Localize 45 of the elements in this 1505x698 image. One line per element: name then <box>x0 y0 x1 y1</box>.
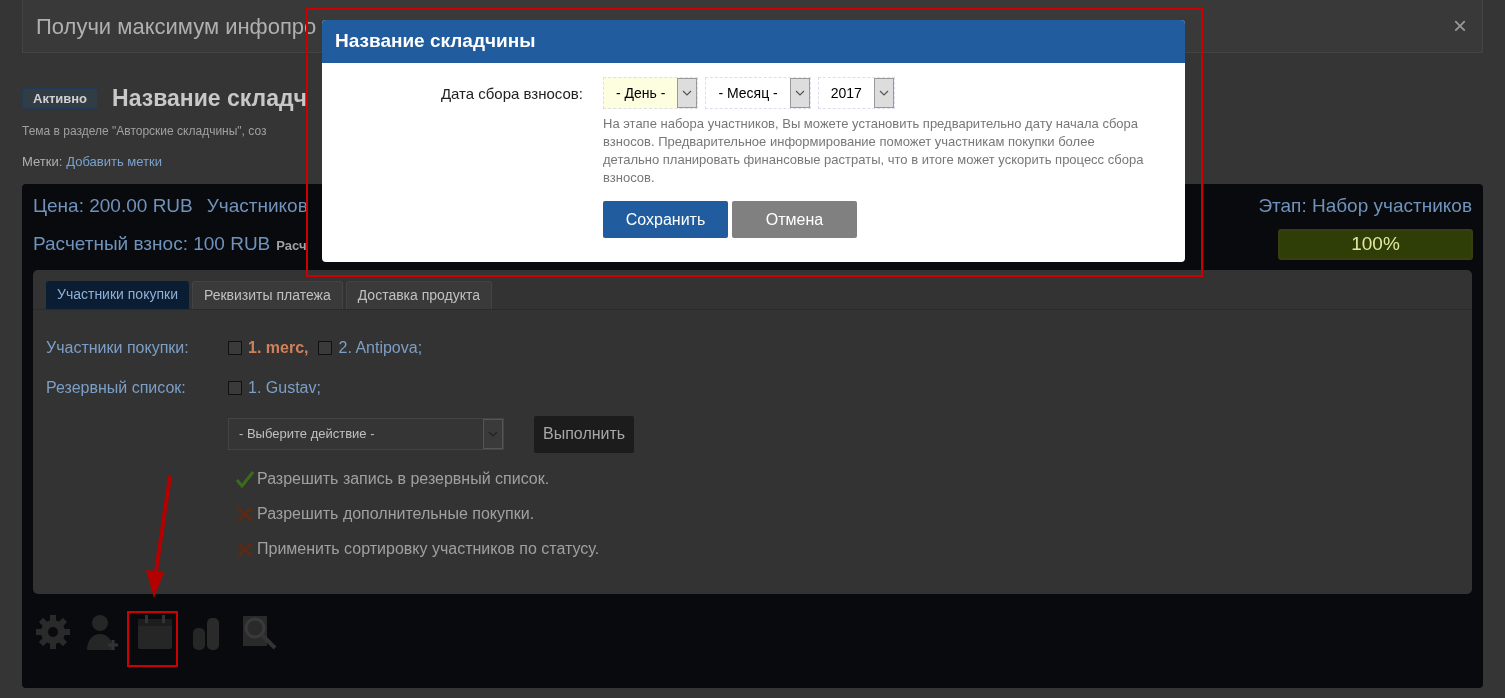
close-button[interactable]: × <box>1453 8 1467 44</box>
status-badge: Активно <box>22 87 99 109</box>
check-icon <box>235 469 255 488</box>
list-label: Резервный список: <box>46 377 187 398</box>
gear-icon[interactable] <box>35 613 71 650</box>
fee-extra-text: Расч <box>276 236 307 255</box>
stage-text: Этап: Набор участников <box>1258 194 1472 218</box>
checkbox[interactable] <box>318 340 333 355</box>
fee-text: Расчетный взнос: 100 RUB <box>33 231 271 256</box>
option-text: Разрешить запись в резервный список. <box>257 468 550 489</box>
modal-title: Название складчины <box>335 29 536 54</box>
progress-reading: 100% <box>1350 231 1401 256</box>
tab[interactable]: Реквизиты платежа <box>191 280 343 309</box>
date-select[interactable]: 2017 <box>817 77 895 109</box>
caret-icon <box>677 78 698 108</box>
tab[interactable]: Доставка продукта <box>345 280 493 309</box>
tab[interactable]: Участники покупки <box>46 280 189 309</box>
checkbox[interactable] <box>228 380 242 395</box>
member-name[interactable]: 2. Antipova; <box>338 335 423 360</box>
cross-icon <box>235 539 255 558</box>
page-title: Название складч <box>112 84 307 113</box>
action-select[interactable]: - Выберите действие - <box>228 418 504 450</box>
add-tags-link[interactable]: Добавить метки <box>66 151 162 171</box>
member-name[interactable]: 1. Gustav; <box>248 375 321 400</box>
caret-icon <box>789 78 810 108</box>
caret-icon <box>873 78 894 108</box>
option-text: Разрешить дополнительные покупки. <box>257 503 535 524</box>
date-label: Дата сбора взносов: <box>439 84 583 104</box>
cross-icon <box>235 504 255 523</box>
caret-icon <box>483 419 503 449</box>
member-name[interactable]: 1. merc, <box>248 335 309 360</box>
subtitle: Тема в разделе "Авторские складчины", соз <box>22 123 267 138</box>
execute-button[interactable]: Выполнить <box>534 415 635 453</box>
save-button[interactable]: Сохранить <box>603 201 728 238</box>
list-label: Участники покупки: <box>46 337 190 358</box>
tags-label: Метки: <box>22 152 63 171</box>
cancel-button[interactable]: Отмена <box>732 201 857 238</box>
annotation-frame <box>127 611 178 667</box>
date-select[interactable]: - Месяц - <box>705 77 811 109</box>
checkbox[interactable] <box>228 340 242 355</box>
option-text: Применить сортировку участников по статусу. <box>257 538 600 559</box>
price-text: Цена: 200.00 RUB <box>33 194 193 218</box>
hint-text: На этапе набора участников, Вы можете установить предварительно дату начала сбора взносов. Предварительное информирование поможет участникам покупки более детально планировать финансовые растраты, что в итоге может ускорить процесс сбора взносов. <box>603 115 1145 187</box>
date-select[interactable]: - День - <box>603 77 699 109</box>
participants-text: Участников <box>206 194 308 218</box>
